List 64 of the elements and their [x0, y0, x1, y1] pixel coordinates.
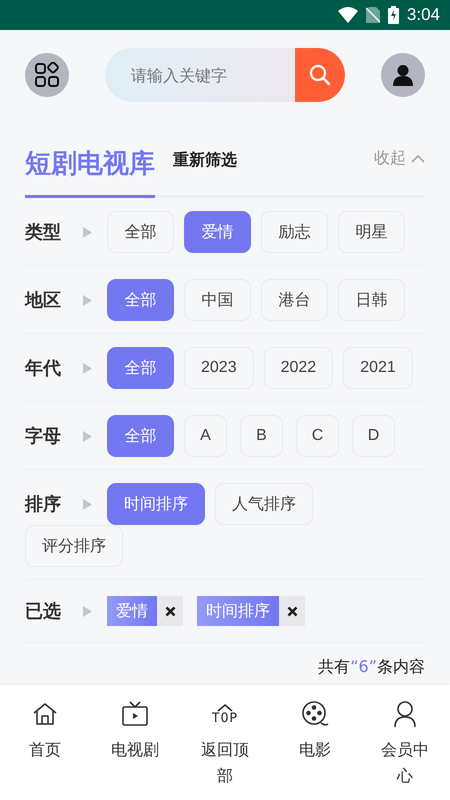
- selected-tag: 爱情: [107, 596, 157, 626]
- caret-up-icon: [411, 154, 425, 163]
- filter-option[interactable]: 全部: [107, 279, 174, 321]
- filter-label: 年代: [25, 357, 62, 380]
- filter-option[interactable]: 励志: [261, 211, 328, 253]
- filter-label: 类型: [25, 221, 62, 244]
- film-reel-icon: [301, 700, 329, 728]
- nav-tab[interactable]: 首页: [0, 685, 90, 800]
- close-icon: [164, 606, 176, 616]
- search-input[interactable]: 请输入关键字: [105, 48, 295, 102]
- search-icon: [308, 63, 332, 87]
- filter-option[interactable]: C: [296, 415, 339, 457]
- filter-option[interactable]: B: [240, 415, 283, 457]
- back-to-top-icon: TOP: [212, 704, 238, 724]
- filter-label: 字母: [25, 425, 62, 448]
- remove-tag-button[interactable]: [279, 596, 305, 626]
- remove-tag-button[interactable]: [157, 596, 183, 626]
- home-icon: [32, 702, 58, 726]
- filter-option[interactable]: 2022: [264, 347, 334, 389]
- filter-option[interactable]: 日韩: [338, 279, 405, 321]
- filter-option[interactable]: 全部: [107, 347, 174, 389]
- filter-option[interactable]: 全部: [107, 415, 174, 457]
- profile-button[interactable]: [381, 53, 425, 97]
- nav-tab[interactable]: 电影: [270, 685, 360, 800]
- filter-label: 排序: [25, 493, 62, 516]
- caret-up-icon: [216, 704, 233, 712]
- filter-option[interactable]: 全部: [107, 211, 174, 253]
- triangle-icon: [83, 498, 92, 510]
- filter-option[interactable]: D: [352, 415, 395, 457]
- filter-option[interactable]: 评分排序: [25, 525, 123, 567]
- apps-button[interactable]: [25, 53, 69, 97]
- selected-tag: 时间排序: [197, 596, 279, 626]
- nav-tab[interactable]: 会员中心: [360, 685, 450, 800]
- triangle-icon: [83, 606, 92, 616]
- filter-option[interactable]: 2023: [184, 347, 254, 389]
- filter-option[interactable]: 2021: [343, 347, 413, 389]
- result-count: 共有“6”条内容: [318, 657, 425, 676]
- triangle-icon: [83, 226, 92, 238]
- close-icon: [286, 606, 298, 616]
- tv-icon: [121, 701, 149, 727]
- person-icon: [392, 64, 414, 86]
- filter-label: 已选: [25, 600, 62, 623]
- filter-option[interactable]: 中国: [184, 279, 251, 321]
- filter-label: 地区: [25, 289, 62, 312]
- triangle-icon: [83, 294, 92, 306]
- filter-option[interactable]: A: [184, 415, 227, 457]
- wifi-icon: [338, 7, 358, 23]
- filter-option[interactable]: 明星: [338, 211, 405, 253]
- battery-icon: [388, 6, 399, 24]
- apps-icon: [34, 62, 60, 88]
- triangle-icon: [83, 430, 92, 442]
- filter-option[interactable]: 人气排序: [215, 483, 313, 525]
- triangle-icon: [83, 362, 92, 374]
- nav-tab[interactable]: 电视剧: [90, 685, 180, 800]
- clock: 3:04: [406, 5, 440, 25]
- person-icon: [393, 700, 417, 728]
- nav-tab[interactable]: TOP 返回顶部: [180, 685, 270, 800]
- filter-option[interactable]: 时间排序: [107, 483, 205, 525]
- search-button[interactable]: [295, 48, 345, 102]
- reset-filter-button[interactable]: 重新筛选: [173, 150, 237, 171]
- filter-option[interactable]: 爱情: [184, 211, 251, 253]
- filter-option[interactable]: 港台: [261, 279, 328, 321]
- search-field[interactable]: 请输入关键字: [105, 48, 345, 102]
- no-sim-icon: [366, 7, 380, 23]
